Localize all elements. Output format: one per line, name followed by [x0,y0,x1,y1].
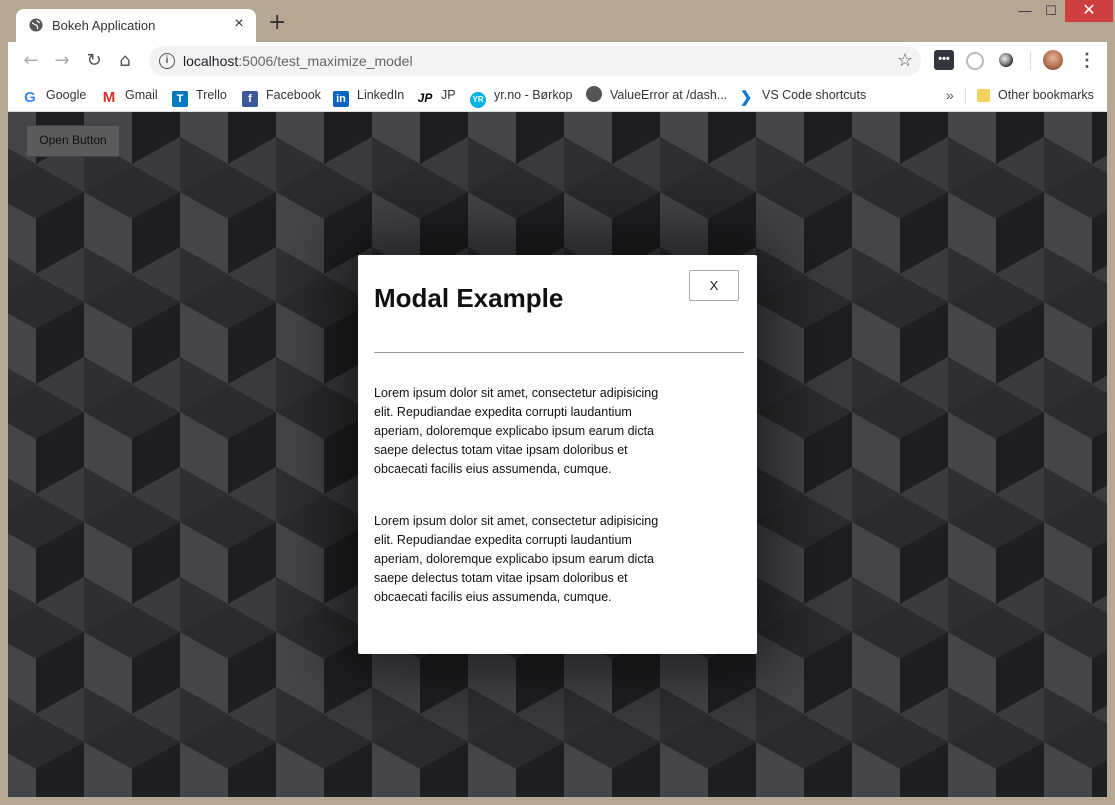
modal-paragraph: Lorem ipsum dolor sit amet, consectetur … [374,386,659,476]
folder-icon [977,89,990,102]
gmail-icon: M [101,89,117,106]
bookmark-valueerror[interactable]: ValueError at /dash... [586,86,727,104]
window-close-button[interactable]: ✕ [1065,0,1113,22]
bookmarks-overflow-button[interactable]: » [946,86,954,104]
globe-icon [586,86,602,102]
yr-icon: YR [470,92,486,108]
browser-toolbar: ← → ↻ ⌂ i localhost:5006/test_maximize_m… [8,42,1107,80]
jp-icon: JP [417,90,433,106]
url-text: localhost:5006/test_maximize_model [183,53,413,69]
tab-strip: Bokeh Application × + — ☐ ✕ [0,0,1115,42]
new-tab-button[interactable]: + [268,12,286,34]
address-bar[interactable]: i localhost:5006/test_maximize_model ☆ [149,46,921,76]
back-button[interactable]: ← [20,50,42,72]
site-info-icon[interactable]: i [159,53,175,69]
profile-avatar[interactable] [1043,50,1063,70]
bookmarks-divider [965,87,966,104]
bookmark-facebook[interactable]: f Facebook [242,86,321,107]
bookmark-star-icon[interactable]: ☆ [897,50,913,71]
vscode-icon: ❯ [738,89,754,106]
reload-button[interactable]: ↻ [83,50,105,72]
maximize-button[interactable]: ☐ [1036,0,1066,22]
bookmark-google[interactable]: G Google [22,86,86,106]
modal-close-button[interactable]: X [689,270,739,301]
modal-title: Modal Example [374,283,564,313]
bookmark-jp[interactable]: JP JP [417,86,456,106]
home-button[interactable]: ⌂ [114,50,136,72]
page-viewport: Open Button Modal Example X Lorem ipsum … [8,112,1107,797]
browser-menu-icon[interactable]: ⋮ [1078,50,1096,72]
tab-close-icon[interactable]: × [230,15,248,33]
bookmark-gmail[interactable]: M Gmail [101,86,158,106]
tab-title: Bokeh Application [52,18,156,33]
facebook-icon: f [242,91,258,107]
modal-divider [374,352,744,353]
open-button[interactable]: Open Button [26,125,120,157]
tab-bokeh-application[interactable]: Bokeh Application × [16,9,256,42]
speed-dial-icon[interactable] [966,52,984,70]
other-bookmarks[interactable]: Other bookmarks [977,86,1094,104]
record-icon[interactable] [999,53,1013,67]
bookmark-trello[interactable]: T Trello [172,86,227,107]
bookmarks-bar: G Google M Gmail T Trello f Facebook in Linke… [8,80,1107,112]
trello-icon: T [172,91,188,107]
toolbar-divider [1030,52,1031,70]
google-icon: G [22,90,38,106]
notifications-icon[interactable]: ••• [934,50,954,70]
bookmark-yr[interactable]: YR yr.no - Børkop [470,86,573,108]
bookmark-linkedin[interactable]: in LinkedIn [333,86,404,107]
linkedin-icon: in [333,91,349,107]
globe-icon [29,18,43,32]
browser-window: Bokeh Application × + — ☐ ✕ ← → ↻ ⌂ i lo… [0,0,1115,805]
modal-dialog: Modal Example X Lorem ipsum dolor sit am… [358,255,757,654]
bookmark-vscode[interactable]: ❯ VS Code shortcuts [738,86,866,106]
modal-paragraph: Lorem ipsum dolor sit amet, consectetur … [374,514,659,604]
forward-button[interactable]: → [51,50,73,72]
